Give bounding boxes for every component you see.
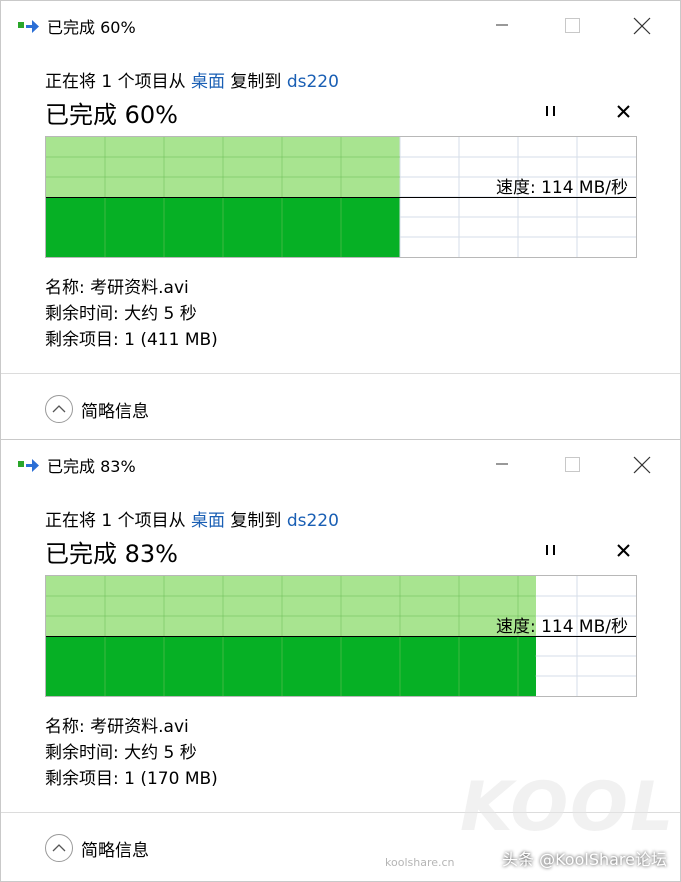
speed-graph: 速度: 114 MB/秒 — [45, 136, 637, 258]
maximize-button[interactable] — [557, 450, 587, 478]
pause-button[interactable] — [539, 538, 563, 562]
file-name: 名称: 考研资料.avi — [45, 278, 189, 298]
pause-icon — [546, 106, 555, 116]
minimize-button[interactable] — [487, 450, 517, 478]
copy-files-icon — [18, 459, 39, 472]
copy-text-middle: 复制到 — [225, 72, 287, 92]
source-link[interactable]: 桌面 — [191, 511, 225, 531]
time-remaining: 剩余时间: 大约 5 秒 — [45, 743, 197, 763]
minimize-icon — [496, 24, 508, 26]
watermark-text: 头条 @KoolShare论坛 — [502, 850, 667, 869]
destination-link[interactable]: ds220 — [287, 72, 339, 92]
close-button[interactable] — [627, 450, 657, 478]
items-remaining: 剩余项目: 1 (170 MB) — [45, 769, 218, 789]
fewer-details-toggle[interactable]: 简略信息 — [81, 836, 149, 861]
stop-icon — [617, 105, 630, 118]
progress-heading: 已完成 60% — [45, 101, 178, 129]
file-name: 名称: 考研资料.avi — [45, 717, 189, 737]
close-icon — [633, 17, 651, 35]
close-button[interactable] — [627, 11, 657, 39]
window-title: 已完成 83% — [47, 457, 136, 476]
close-icon — [633, 456, 651, 474]
speed-label: 速度: 114 MB/秒 — [495, 617, 628, 637]
watermark-logo: KOOL — [460, 768, 676, 847]
stop-icon — [617, 544, 630, 557]
time-remaining: 剩余时间: 大约 5 秒 — [45, 304, 197, 324]
watermark-small-text: koolshare.cn — [385, 856, 455, 869]
minimize-icon — [496, 463, 508, 465]
copy-text-prefix: 正在将 1 个项目从 — [45, 511, 192, 531]
pause-icon — [546, 545, 555, 555]
copy-files-icon — [18, 20, 39, 33]
copy-text-prefix: 正在将 1 个项目从 — [45, 72, 192, 92]
title-bar[interactable]: 已完成 83% — [1, 440, 680, 486]
stop-button[interactable] — [612, 538, 636, 562]
maximize-button[interactable] — [557, 11, 587, 39]
title-bar[interactable]: 已完成 60% — [1, 1, 680, 47]
copy-description: 正在将 1 个项目从 桌面 复制到 ds220 — [45, 506, 339, 531]
copy-text-middle: 复制到 — [225, 511, 287, 531]
source-link[interactable]: 桌面 — [191, 72, 225, 92]
copy-description: 正在将 1 个项目从 桌面 复制到 ds220 — [45, 67, 339, 92]
maximize-icon — [565, 457, 580, 472]
window-title: 已完成 60% — [47, 18, 136, 37]
minimize-button[interactable] — [487, 11, 517, 39]
stop-button[interactable] — [612, 99, 636, 123]
fewer-details-toggle[interactable]: 简略信息 — [81, 397, 149, 422]
chevron-up-circle-icon[interactable] — [44, 833, 74, 863]
pause-button[interactable] — [539, 99, 563, 123]
speed-graph: 速度: 114 MB/秒 — [45, 575, 637, 697]
items-remaining: 剩余项目: 1 (411 MB) — [45, 330, 218, 350]
dialog-footer: 简略信息 — [1, 374, 680, 439]
copy-dialog-1: 已完成 60% 正在将 1 个项目从 桌面 复制到 ds220 已完成 60% … — [0, 0, 681, 440]
maximize-icon — [565, 18, 580, 33]
chevron-up-circle-icon[interactable] — [44, 394, 74, 424]
progress-heading: 已完成 83% — [45, 540, 178, 568]
destination-link[interactable]: ds220 — [287, 511, 339, 531]
speed-label: 速度: 114 MB/秒 — [495, 178, 628, 198]
